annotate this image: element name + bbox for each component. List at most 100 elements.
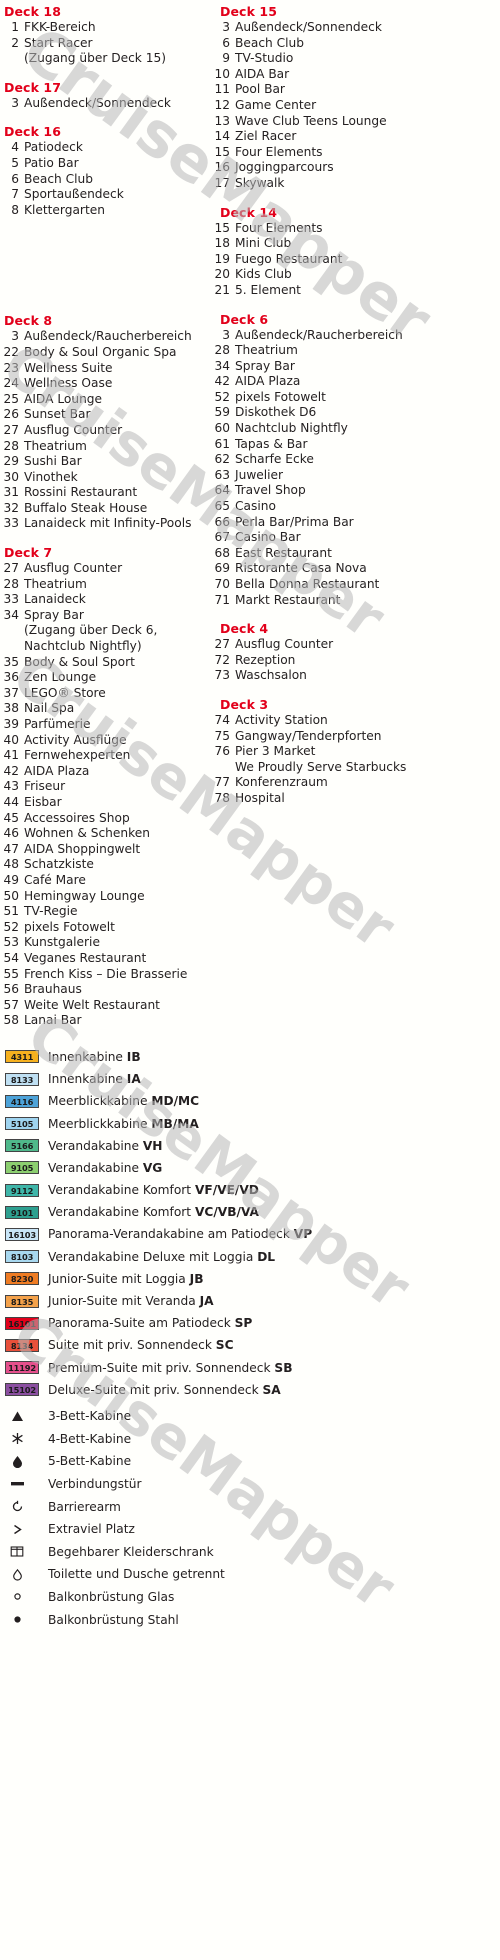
cabin-category-label: Meerblickkabine MD/MC bbox=[48, 1094, 200, 1109]
deck-block: Deck 7 27 Ausflug Counter 28 Theatrium 33 Lan… bbox=[2, 545, 205, 1029]
poi-number: 1 bbox=[11, 20, 19, 34]
list-item: 52 pixels Fotowelt bbox=[205, 390, 500, 406]
poi-number: 52 bbox=[3, 919, 19, 934]
poi-list: 27 Ausflug Counter 72 Rezeption 73 Waschsalon bbox=[205, 637, 500, 684]
cabin-code-swatch: 4116 bbox=[5, 1094, 39, 1108]
list-item: 23 Wellness Suite bbox=[2, 361, 205, 377]
connecting-door-icon bbox=[2, 1476, 32, 1492]
poi-label: Activity Ausflüge bbox=[24, 732, 127, 747]
list-item: 37 LEGO® Store bbox=[2, 686, 205, 702]
poi-label: Waschsalon bbox=[235, 668, 307, 683]
list-item: 42 AIDA Plaza bbox=[205, 374, 500, 390]
poi-label: Nail Spa bbox=[24, 701, 75, 716]
cabin-legend-row: 5105 Meerblickkabine MB/MA bbox=[2, 1112, 500, 1134]
symbol-legend-label: Verbindungstür bbox=[48, 1476, 142, 1491]
cabin-code-swatch: 8230 bbox=[5, 1272, 39, 1286]
poi-list: 1 FKK-Bereich 2 Start Racer x(Zugang über … bbox=[2, 20, 205, 67]
poi-label: pixels Fotowelt bbox=[24, 919, 115, 934]
poi-number: 63 bbox=[214, 467, 230, 482]
poi-number: 38 bbox=[3, 701, 19, 716]
poi-list: 3 Außendeck/Sonnendeck 6 Beach Club 9 TV-Stud… bbox=[205, 20, 500, 192]
poi-number: 37 bbox=[3, 685, 19, 700]
poi-label: Juwelier bbox=[235, 467, 284, 482]
poi-number: 47 bbox=[3, 841, 19, 856]
poi-label: Ristorante Casa Nova bbox=[235, 561, 367, 576]
poi-number: 43 bbox=[3, 779, 19, 794]
list-item: 34 Spray Bar bbox=[2, 608, 205, 624]
extra-space-icon bbox=[2, 1521, 32, 1537]
list-item: 54 Veganes Restaurant bbox=[2, 951, 205, 967]
symbol-legend-label: 4-Bett-Kabine bbox=[48, 1431, 132, 1446]
list-item: 49 Café Mare bbox=[2, 873, 205, 889]
list-item: 58 Lanai Bar bbox=[2, 1013, 205, 1029]
poi-label: Lanaideck bbox=[24, 592, 86, 607]
cabin-legend-row: 15102 Deluxe-Suite mit priv. Sonnendeck S… bbox=[2, 1379, 500, 1401]
list-item: 27 Ausflug Counter bbox=[205, 637, 500, 653]
poi-number: 74 bbox=[214, 712, 230, 727]
cabin-legend-row: 8103 Verandakabine Deluxe mit Loggia DL bbox=[2, 1246, 500, 1268]
poi-number: 10 bbox=[214, 66, 230, 81]
cabin-category-code: SB bbox=[274, 1360, 293, 1375]
poi-number: 31 bbox=[3, 485, 19, 500]
poi-number: 55 bbox=[3, 966, 19, 981]
poi-label: Veganes Restaurant bbox=[24, 950, 147, 965]
cabin-legend-row: 16103 Panorama-Verandakabine am Patiodeck… bbox=[2, 1223, 500, 1245]
poi-label: TV-Regie bbox=[24, 904, 78, 919]
poi-label: 5. Element bbox=[235, 282, 301, 297]
list-item: 72 Rezeption bbox=[205, 653, 500, 669]
symbol-legend: 3-Bett-Kabine 4-Bett-Kabine 5-Bett-Kabine V… bbox=[2, 1405, 500, 1631]
poi-label: AIDA Shoppingwelt bbox=[24, 841, 141, 856]
cabin-code-swatch: 9105 bbox=[5, 1161, 39, 1175]
list-item: 24 Wellness Oase bbox=[2, 376, 205, 392]
right-column: Deck 15 3 Außendeck/Sonnendeck 6 Beach Club… bbox=[205, 4, 500, 820]
cabin-category-label: Suite mit priv. Sonnendeck SC bbox=[48, 1338, 234, 1353]
poi-label: Spray Bar bbox=[24, 607, 84, 622]
cabin-legend-row: 9112 Verandakabine Komfort VF/VE/VD bbox=[2, 1179, 500, 1201]
deck-heading: Deck 14 bbox=[220, 204, 278, 220]
poi-label: Hospital bbox=[235, 790, 285, 805]
poi-label: AIDA Plaza bbox=[235, 374, 301, 389]
symbol-legend-row: 5-Bett-Kabine bbox=[2, 1450, 500, 1473]
symbol-legend-row: Barrierearm bbox=[2, 1495, 500, 1518]
list-item: 70 Bella Donna Restaurant bbox=[205, 577, 500, 593]
cabin-legend-row: 4116 Meerblickkabine MD/MC bbox=[2, 1090, 500, 1112]
poi-label: Wellness Suite bbox=[24, 360, 113, 375]
cabin-category-code: VP bbox=[293, 1227, 313, 1242]
cabin-code-swatch: 8134 bbox=[5, 1338, 39, 1352]
list-item: 73 Waschsalon bbox=[205, 668, 500, 684]
poi-list: 3 Außendeck/Raucherbereich 28 Theatrium 34 Sp… bbox=[205, 328, 500, 609]
poi-label: East Restaurant bbox=[235, 545, 332, 560]
cabin-code-swatch: 11192 bbox=[5, 1361, 39, 1375]
poi-label: Game Center bbox=[235, 97, 317, 112]
cabin-category-label: Innenkabine IA bbox=[48, 1072, 141, 1087]
poi-label: Zen Lounge bbox=[24, 670, 97, 685]
cabin-category-label: Junior-Suite mit Veranda JA bbox=[48, 1294, 214, 1309]
symbol-legend-row: Toilette und Dusche getrennt bbox=[2, 1563, 500, 1586]
symbol-legend-row: 4-Bett-Kabine bbox=[2, 1427, 500, 1450]
poi-label: Casino Bar bbox=[235, 530, 301, 545]
cabin-code-swatch: 9112 bbox=[5, 1183, 39, 1197]
poi-number: 76 bbox=[214, 744, 230, 759]
poi-number: 34 bbox=[214, 358, 230, 373]
poi-label: We Proudly Serve Starbucks bbox=[235, 759, 407, 774]
poi-number: 4 bbox=[11, 140, 19, 155]
poi-label: Café Mare bbox=[24, 872, 86, 887]
poi-number: 42 bbox=[3, 763, 19, 778]
poi-number: 16 bbox=[214, 160, 230, 175]
poi-label: Rossini Restaurant bbox=[24, 485, 138, 500]
poi-label: Beach Club bbox=[24, 171, 93, 186]
poi-label: (Zugang über Deck 6, bbox=[24, 623, 158, 638]
deck-block: Deck 17 3 Außendeck/Sonnendeck bbox=[2, 80, 205, 112]
poi-number: 33 bbox=[3, 592, 19, 607]
poi-number: 26 bbox=[3, 407, 19, 422]
poi-number: 15 bbox=[214, 220, 230, 235]
cabin-category-code: VH bbox=[142, 1138, 163, 1153]
poi-number: 3 bbox=[11, 329, 19, 344]
poi-number: 30 bbox=[3, 469, 19, 484]
list-item: 21 5. Element bbox=[205, 283, 500, 299]
cabin-code-swatch: 8135 bbox=[5, 1294, 39, 1308]
poi-number: 11 bbox=[214, 82, 230, 97]
deck-heading: Deck 3 bbox=[220, 696, 269, 712]
list-item: 48 Schatzkiste bbox=[2, 857, 205, 873]
poi-label: Nachtclub Nightfly bbox=[235, 421, 348, 436]
